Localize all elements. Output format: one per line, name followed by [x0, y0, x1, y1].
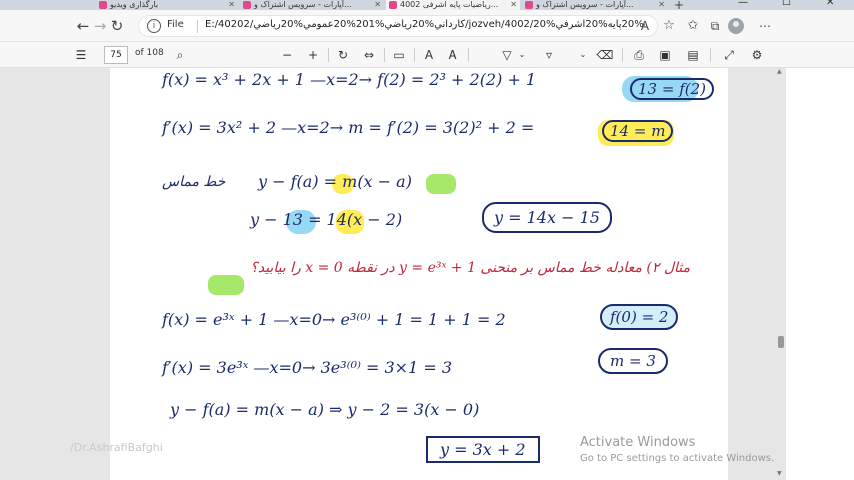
- equation-line-4: y − 13 = 14(x − 2): [250, 210, 403, 229]
- page-view-icon[interactable]: ▭: [390, 46, 408, 64]
- highlight-icon[interactable]: ▿: [540, 46, 558, 64]
- print-icon[interactable]: ⎙: [630, 46, 648, 64]
- minimize-icon[interactable]: —: [738, 0, 748, 8]
- forward-icon[interactable]: →: [91, 17, 109, 35]
- tab-video-upload[interactable]: بارگذاری ویدیو ✕: [96, 0, 238, 10]
- toolbar-divider: [622, 48, 623, 62]
- close-tab-icon[interactable]: ✕: [510, 0, 517, 10]
- vertical-scrollbar[interactable]: ▲ ▼: [776, 68, 786, 480]
- equation-line-6: f′(x) = 3e³ˣ —x=0→ 3e³⁽⁰⁾ = 3×1 = 3: [162, 358, 453, 377]
- tab-label: بارگذاری ویدیو: [110, 0, 159, 9]
- tab-strip: بارگذاری ویدیو ✕ آپارات - سرویس اشتراک و…: [0, 0, 854, 10]
- equation-line-3: y − f(a) = m(x − a): [258, 172, 412, 191]
- tab-aparat-2[interactable]: آپارات - سرویس اشتراک و... ✕: [522, 0, 668, 10]
- activate-windows-subtitle: Go to PC settings to activate Windows.: [580, 453, 775, 464]
- read-aloud-pdf-icon[interactable]: A: [420, 46, 438, 64]
- result-box-6: m = 3: [598, 348, 668, 374]
- add-text-icon[interactable]: Ꭺ: [444, 46, 462, 64]
- aparat-favicon-icon: [99, 1, 107, 9]
- activate-windows-title: Activate Windows: [580, 435, 696, 450]
- contents-icon[interactable]: ☰: [72, 46, 90, 64]
- highlight-green: [208, 275, 244, 295]
- erase-icon[interactable]: ⌫: [596, 46, 614, 64]
- equation-line-7: y − f(a) = m(x − a) ⇒ y − 2 = 3(x − 0): [170, 400, 480, 419]
- pdf-viewer[interactable]: f(x) = x³ + 2x + 1 —x=2→ f(2) = 2³ + 2(2…: [0, 68, 854, 480]
- save-icon[interactable]: ▣: [656, 46, 674, 64]
- toolbar-divider: [384, 48, 385, 62]
- equation-line-1: f(x) = x³ + 2x + 1 —x=2→ f(2) = 2³ + 2(2…: [162, 70, 537, 89]
- url-text[interactable]: E:/40202/کارداني%20رياضي%201%20عمومي%20ر…: [205, 19, 645, 30]
- pdf-favicon-icon: [389, 1, 397, 9]
- aparat-favicon-icon: [525, 1, 533, 9]
- refresh-icon[interactable]: ↻: [108, 17, 126, 35]
- file-label: File: [167, 19, 184, 30]
- aparat-favicon-icon: [243, 1, 251, 9]
- close-tab-icon[interactable]: ✕: [228, 0, 235, 10]
- close-tab-icon[interactable]: ✕: [658, 0, 665, 10]
- url-separator: [197, 20, 198, 33]
- zoom-out-icon[interactable]: −: [278, 46, 296, 64]
- toolbar-divider: [710, 48, 711, 62]
- fullscreen-icon[interactable]: ⤢: [720, 46, 738, 64]
- equation-line-5: f(x) = e³ˣ + 1 —x=0→ e³⁽⁰⁾ + 1 = 1 + 1 =…: [162, 310, 506, 329]
- result-box-5: f(0) = 2: [600, 304, 679, 330]
- pdf-page[interactable]: f(x) = x³ + 2x + 1 —x=2→ f(2) = 2³ + 2(2…: [110, 68, 728, 480]
- tab-label: آپارات - سرویس اشتراک و...: [254, 0, 352, 9]
- tab-label: ریاضیات پایه اشرفی 4002...: [400, 0, 499, 9]
- pdf-toolbar: ☰ 75 of 108 ⌕ − + ↻ ⇔ ▭ A Ꭺ ▽ ⌄ ▿ ⌄ ⌫ ⎙ …: [0, 42, 854, 68]
- result-box-1: 13 = f(2): [630, 78, 714, 100]
- tab-aparat-1[interactable]: آپارات - سرویس اشتراک و... ✕: [240, 0, 384, 10]
- close-tab-icon[interactable]: ✕: [374, 0, 381, 10]
- highlight-green: [426, 174, 456, 194]
- info-icon[interactable]: i: [147, 19, 161, 33]
- result-box-2: 14 = m: [602, 120, 674, 142]
- scroll-up-icon[interactable]: ▲: [777, 68, 782, 75]
- draw-chevron-icon[interactable]: ⌄: [513, 46, 531, 64]
- settings-gear-icon[interactable]: ⚙: [748, 46, 766, 64]
- favorite-star-icon[interactable]: ☆: [660, 17, 678, 35]
- collections-icon[interactable]: ⧉: [706, 17, 724, 35]
- scroll-thumb[interactable]: [778, 336, 784, 348]
- favorites-list-icon[interactable]: ✩: [684, 17, 702, 35]
- more-menu-icon[interactable]: ⋯: [756, 17, 774, 35]
- close-window-icon[interactable]: ✕: [826, 0, 834, 8]
- new-tab-icon[interactable]: +: [674, 0, 684, 10]
- rotate-icon[interactable]: ↻: [334, 46, 352, 64]
- page-count: of 108: [135, 48, 164, 58]
- save-as-icon[interactable]: ▤: [684, 46, 702, 64]
- highlight-chevron-icon[interactable]: ⌄: [574, 46, 592, 64]
- channel-watermark: /Dr.AshrafiBafghi: [70, 441, 163, 454]
- address-bar: ← → ↻ i File E:/40202/کارداني%20رياضي%20…: [0, 10, 854, 42]
- tangent-label: خط مماس: [162, 174, 226, 190]
- zoom-in-icon[interactable]: +: [304, 46, 322, 64]
- profile-avatar[interactable]: [728, 18, 744, 34]
- tab-label: آپارات - سرویس اشتراک و...: [536, 0, 634, 9]
- result-box-7: y = 3x + 2: [426, 436, 540, 463]
- scroll-down-icon[interactable]: ▼: [777, 470, 782, 477]
- toolbar-divider: [328, 48, 329, 62]
- result-box-4: y = 14x − 15: [482, 202, 612, 233]
- toolbar-divider: [414, 48, 415, 62]
- page-number-input[interactable]: 75: [104, 46, 128, 64]
- equation-line-2: f′(x) = 3x² + 2 —x=2→ m = f′(2) = 3(2)² …: [162, 118, 535, 137]
- tab-pdf-active[interactable]: ریاضیات پایه اشرفی 4002... ✕: [386, 0, 520, 10]
- toolbar-divider: [468, 48, 469, 62]
- example-title: مثال ۲) معادله خط مماس بر منحنی y = e³ˣ …: [250, 260, 690, 276]
- fit-page-icon[interactable]: ⇔: [360, 46, 378, 64]
- read-aloud-icon[interactable]: A: [636, 17, 654, 35]
- url-box[interactable]: i File E:/40202/کارداني%20رياضي%201%20عم…: [138, 15, 658, 37]
- right-blank-panel: [786, 68, 854, 480]
- maximize-icon[interactable]: ☐: [782, 0, 791, 8]
- back-icon[interactable]: ←: [74, 17, 92, 35]
- search-icon[interactable]: ⌕: [171, 46, 189, 64]
